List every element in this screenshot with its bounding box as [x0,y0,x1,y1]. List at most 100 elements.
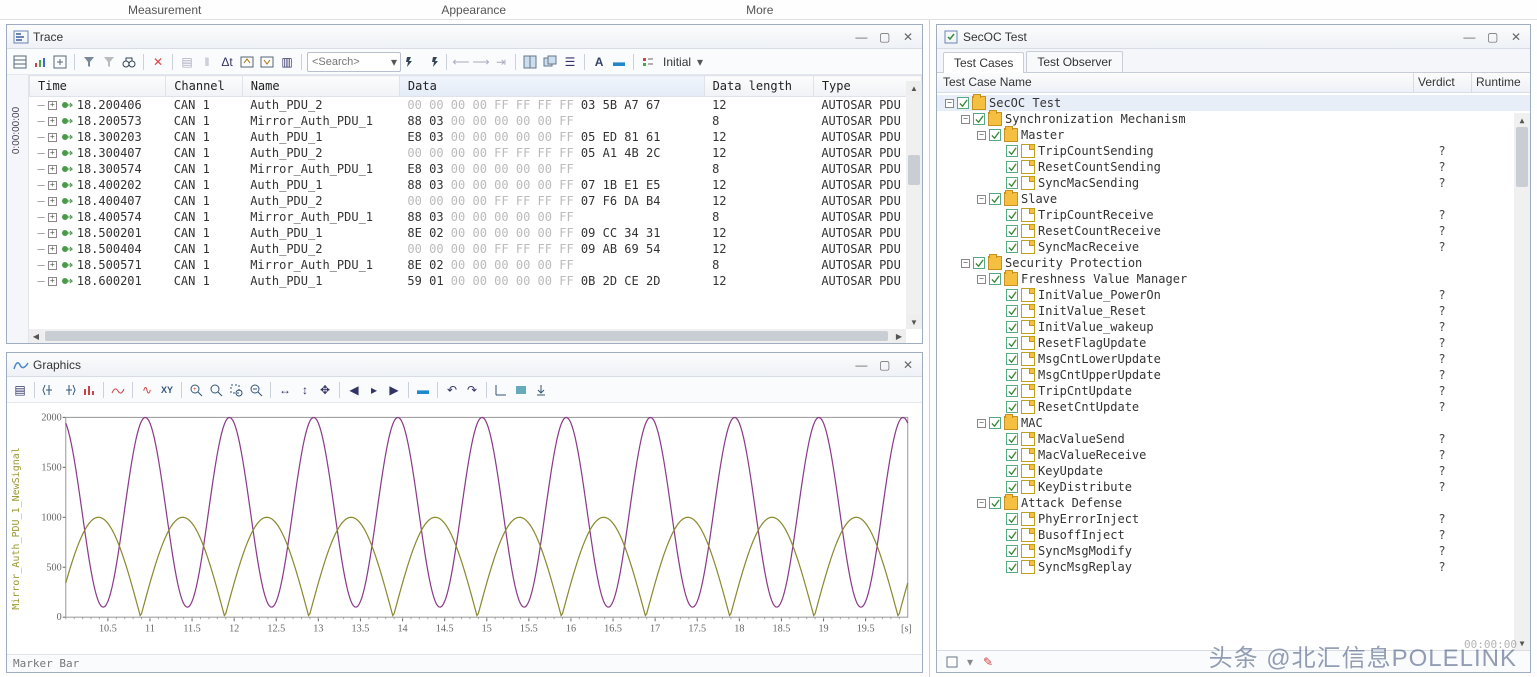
ribbon-tab-more[interactable]: More [746,3,773,17]
checkbox-icon[interactable] [1006,449,1018,461]
horizontal-scrollbar[interactable]: ◀ ▶ [29,329,906,343]
expand-icon[interactable]: − [961,115,970,124]
plot-area[interactable]: 050010001500200010.51111.51212.51313.514… [25,403,922,654]
col-channel[interactable]: Channel [166,76,243,97]
trace-row[interactable]: — + 18.500404CAN 1Auth_PDU_200 00 00 00 … [30,241,922,257]
initial-label[interactable]: Initial [659,55,695,69]
checkbox-icon[interactable] [1006,337,1018,349]
diff-b-icon[interactable] [258,53,276,71]
trace-row[interactable]: — + 18.500201CAN 1Auth_PDU_18E 02 00 00 … [30,225,922,241]
chart-icon[interactable] [31,53,49,71]
checkbox-icon[interactable] [1006,529,1018,541]
filter-icon[interactable] [80,53,98,71]
columns-icon[interactable]: ▥ [278,53,296,71]
test-tree[interactable]: −SecOC Test−Synchronization Mechanism−Ma… [937,93,1530,650]
nav-back-icon[interactable]: ⟵ [452,53,470,71]
checkbox-icon[interactable] [973,113,985,125]
undo-icon[interactable]: ↶ [443,381,461,399]
axis-icon[interactable] [492,381,510,399]
search-input[interactable]: ▾ [307,52,401,72]
checkbox-icon[interactable] [1006,369,1018,381]
checkbox-icon[interactable] [1006,513,1018,525]
expand-icon[interactable]: − [945,99,954,108]
font-icon[interactable]: A [590,53,608,71]
minimize-icon[interactable]: — [853,30,869,44]
align-icon[interactable]: ▬ [610,53,628,71]
tree-row[interactable]: −Slave [937,191,1530,207]
checkbox-icon[interactable] [1006,209,1018,221]
find-next-icon[interactable] [423,53,441,71]
expand-icon[interactable]: + [48,261,57,270]
zoom-in-icon[interactable]: + [187,381,205,399]
vertical-scrollbar[interactable]: ▲ ▼ [906,95,922,329]
checkbox-icon[interactable] [1006,305,1018,317]
maximize-icon[interactable]: ▢ [877,358,893,372]
tree-row[interactable]: SyncMacReceive? [937,239,1530,255]
expand-icon[interactable]: + [48,213,57,222]
checkbox-icon[interactable] [1006,433,1018,445]
expand-icon[interactable]: + [48,133,57,142]
binoculars-icon[interactable] [120,53,138,71]
expand-icon[interactable]: − [977,419,986,428]
cursor-left-icon[interactable] [40,381,58,399]
dropdown-icon[interactable]: ▾ [697,55,703,69]
expand-icon[interactable]: + [48,117,57,126]
tree-row[interactable]: SyncMsgModify? [937,543,1530,559]
expand-icon[interactable]: + [48,277,57,286]
tree-row[interactable]: KeyUpdate? [937,463,1530,479]
trace-row[interactable]: — + 18.300203CAN 1Auth_PDU_1E8 03 00 00 … [30,129,922,145]
bars-icon[interactable] [80,381,98,399]
maximize-icon[interactable]: ▢ [1485,30,1501,44]
tree-row[interactable]: −Master [937,127,1530,143]
expand-h-icon[interactable]: ↔ [276,381,294,399]
checkbox-icon[interactable] [989,193,1001,205]
tree-row[interactable]: InitValue_Reset? [937,303,1530,319]
tree-row[interactable]: ResetCntUpdate? [937,399,1530,415]
expand-icon[interactable]: + [48,197,57,206]
col-verdict[interactable]: Verdict [1414,73,1472,92]
tree-row[interactable]: MsgCntLowerUpdate? [937,351,1530,367]
search-field[interactable] [308,56,388,68]
export-icon[interactable] [532,381,550,399]
checkbox-icon[interactable] [957,97,969,109]
legend-icon[interactable] [639,53,657,71]
expand-icon[interactable]: − [977,195,986,204]
tab-test-observer[interactable]: Test Observer [1026,51,1123,72]
checkbox-icon[interactable] [1006,465,1018,477]
tree-row[interactable]: ResetCountReceive? [937,223,1530,239]
tree-row[interactable]: SyncMsgReplay? [937,559,1530,575]
tree-row[interactable]: −Attack Defense [937,495,1530,511]
col-runtime[interactable]: Runtime [1472,73,1530,92]
find-prev-icon[interactable] [403,53,421,71]
window-cascade-icon[interactable] [541,53,559,71]
col-name[interactable]: Test Case Name [937,73,1414,92]
dropdown-icon[interactable]: ▾ [388,55,400,69]
clipboard-icon[interactable]: ▤ [178,53,196,71]
expand-icon[interactable]: + [48,245,57,254]
col-data[interactable]: Data [399,76,704,97]
trace-row[interactable]: — + 18.400574CAN 1Mirror_Auth_PDU_188 03… [30,209,922,225]
play-icon[interactable]: ▸ [365,381,383,399]
col-time[interactable]: Time [30,76,166,97]
checkbox-icon[interactable] [1006,385,1018,397]
tree-row[interactable]: −Synchronization Mechanism [937,111,1530,127]
delete-icon[interactable]: ✕ [149,53,167,71]
checkbox-icon[interactable] [989,129,1001,141]
checkbox-icon[interactable] [1006,561,1018,573]
tree-row[interactable]: KeyDistribute? [937,479,1530,495]
tree-row[interactable]: MacValueReceive? [937,447,1530,463]
zoom-out-icon[interactable] [247,381,265,399]
tree-row[interactable]: TripCountReceive? [937,207,1530,223]
checkbox-icon[interactable] [1006,225,1018,237]
tab-test-cases[interactable]: Test Cases [943,52,1024,73]
close-icon[interactable]: ✕ [900,358,916,372]
trace-row[interactable]: — + 18.300407CAN 1Auth_PDU_200 00 00 00 … [30,145,922,161]
minimize-icon[interactable]: — [853,358,869,372]
tree-row[interactable]: −SecOC Test [937,95,1530,111]
checkbox-icon[interactable] [1006,401,1018,413]
maximize-icon[interactable]: ▢ [877,30,893,44]
tree-row[interactable]: ResetCountSending? [937,159,1530,175]
tree-row[interactable]: PhyErrorInject? [937,511,1530,527]
tree-row[interactable]: −Freshness Value Manager [937,271,1530,287]
tree-row[interactable]: ResetFlagUpdate? [937,335,1530,351]
